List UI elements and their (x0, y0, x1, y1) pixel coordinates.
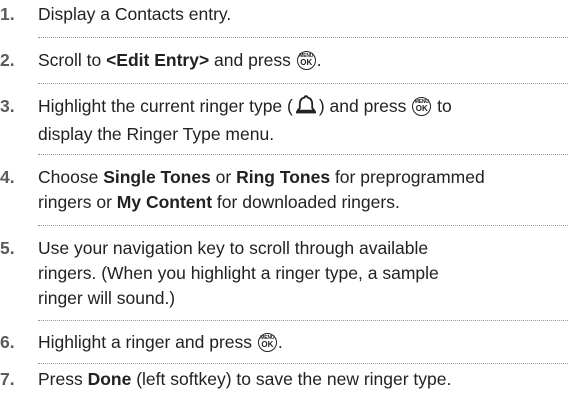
step-text-part: display the Ringer Type menu. (38, 124, 275, 144)
step-text-part: for preprogrammed (330, 167, 485, 187)
menu-ok-key-icon: MENU OK (296, 51, 316, 70)
step-text: Choose Single Tones or Ring Tones for pr… (38, 165, 568, 215)
step-text-part: ringers or (38, 192, 117, 212)
step-text-part: Highlight the current ringer type ( (38, 96, 293, 116)
menu-ok-key-icon: MENU OK (412, 97, 432, 116)
step-text-part: ringers. (When you highlight a ringer ty… (38, 263, 439, 283)
step-text-part: (left softkey) to save the new ringer ty… (131, 369, 452, 389)
step-text-part: . (277, 332, 283, 352)
step-text-part: and press (209, 50, 291, 70)
option-name: Single Tones (103, 167, 211, 187)
option-name: Ring Tones (236, 167, 331, 187)
step-text: Display a Contacts entry. (38, 4, 232, 24)
divider (38, 320, 568, 321)
divider (38, 225, 568, 226)
menu-item-name: <Edit Entry> (106, 50, 210, 70)
step-text-part: Highlight a ringer and press (38, 332, 253, 352)
step-text-part: or (210, 167, 237, 187)
step-text-part: ringer will sound.) (38, 288, 176, 308)
step-text-part: Choose (38, 167, 104, 187)
key-label-bottom: OK (415, 104, 428, 113)
step-text-part: Press (38, 369, 88, 389)
step-text-part: for downloaded ringers. (212, 192, 400, 212)
step-text: Highlight a ringer and press MENU OK. (38, 330, 568, 355)
step-text: Use your navigation key to scroll throug… (38, 236, 568, 311)
step-number: 1. (0, 4, 15, 24)
step-text-part: ) and press (318, 96, 407, 116)
menu-ok-key-icon: MENU OK (257, 333, 277, 352)
step-text: Highlight the current ringer type ( ) and… (38, 94, 568, 147)
step-text-part: Use your navigation key to scroll throug… (38, 238, 429, 258)
divider (38, 37, 568, 38)
divider (38, 83, 568, 84)
key-label-bottom: OK (261, 340, 274, 349)
softkey-name: Done (87, 369, 132, 389)
step-number: 2. (0, 50, 15, 70)
step-text-part: . (316, 50, 322, 70)
step-text-part: Scroll to (38, 50, 107, 70)
step-number: 3. (0, 96, 15, 116)
step-text-part: to (432, 96, 452, 116)
divider (38, 154, 568, 155)
step-text: Scroll to <Edit Entry> and press MENU OK. (38, 48, 568, 73)
step-text: Press Done (left softkey) to save the ne… (38, 367, 568, 392)
bell-icon (295, 95, 317, 122)
divider (38, 363, 568, 364)
step-number: 7. (0, 369, 15, 389)
step-number: 6. (0, 332, 15, 352)
step-number: 4. (0, 167, 15, 187)
option-name: My Content (116, 192, 213, 212)
key-label-bottom: OK (300, 58, 313, 67)
step-number: 5. (0, 238, 15, 258)
